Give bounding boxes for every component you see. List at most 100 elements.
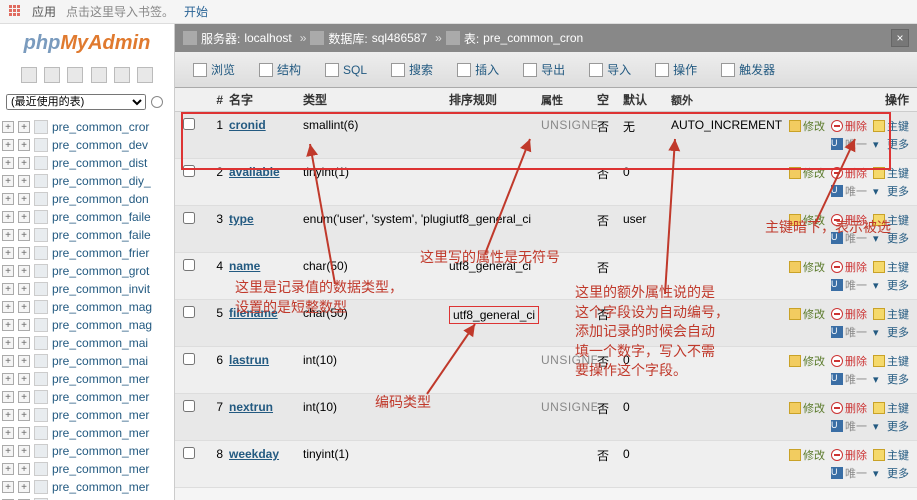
- tree-item[interactable]: ++pre_common_mag: [2, 298, 172, 316]
- column-name-link[interactable]: available: [229, 165, 280, 179]
- tree-item[interactable]: ++pre_common_diy_: [2, 172, 172, 190]
- expand-icon[interactable]: +: [18, 337, 30, 349]
- expand-icon[interactable]: +: [18, 247, 30, 259]
- edit-action[interactable]: 修改: [789, 165, 825, 181]
- tree-item[interactable]: ++pre_common_dev: [2, 136, 172, 154]
- apps-grid-icon[interactable]: [8, 5, 22, 19]
- primary-action[interactable]: 主键: [873, 306, 909, 322]
- edit-action[interactable]: 修改: [789, 259, 825, 275]
- column-name-link[interactable]: lastrun: [229, 353, 269, 367]
- column-name-link[interactable]: nextrun: [229, 400, 273, 414]
- tree-item[interactable]: ++pre_common_mag: [2, 316, 172, 334]
- expand-icon[interactable]: +: [18, 391, 30, 403]
- tab-sql[interactable]: SQL: [315, 57, 377, 83]
- col-extra[interactable]: 额外: [671, 92, 787, 108]
- expand-icon[interactable]: +: [18, 283, 30, 295]
- expand-icon[interactable]: +: [2, 247, 14, 259]
- more-action[interactable]: 更多: [873, 418, 909, 434]
- edit-action[interactable]: 修改: [789, 353, 825, 369]
- unique-action[interactable]: U唯一: [831, 418, 867, 434]
- edit-action[interactable]: 修改: [789, 118, 825, 134]
- tree-item[interactable]: ++pre_common_don: [2, 190, 172, 208]
- unique-action[interactable]: U唯一: [831, 277, 867, 293]
- tree-item[interactable]: ++pre_common_grot: [2, 262, 172, 280]
- primary-action[interactable]: 主键: [873, 353, 909, 369]
- col-null[interactable]: 空: [597, 91, 623, 108]
- expand-icon[interactable]: +: [18, 265, 30, 277]
- expand-icon[interactable]: +: [2, 355, 14, 367]
- edit-action[interactable]: 修改: [789, 447, 825, 463]
- delete-action[interactable]: 删除: [831, 306, 867, 322]
- expand-icon[interactable]: +: [2, 301, 14, 313]
- col-type[interactable]: 类型: [303, 91, 449, 108]
- expand-icon[interactable]: +: [18, 373, 30, 385]
- expand-icon[interactable]: +: [18, 319, 30, 331]
- more-action[interactable]: 更多: [873, 183, 909, 199]
- more-action[interactable]: 更多: [873, 465, 909, 481]
- logo[interactable]: phpMyAdmin: [0, 24, 174, 63]
- bookmark-start[interactable]: 开始: [184, 3, 208, 20]
- edit-action[interactable]: 修改: [789, 400, 825, 416]
- row-checkbox[interactable]: [183, 447, 195, 459]
- more-action[interactable]: 更多: [873, 371, 909, 387]
- expand-icon[interactable]: +: [2, 373, 14, 385]
- expand-icon[interactable]: +: [18, 157, 30, 169]
- expand-icon[interactable]: +: [18, 463, 30, 475]
- tree-item[interactable]: ++pre_common_dist: [2, 154, 172, 172]
- col-collation[interactable]: 排序规则: [449, 91, 541, 108]
- row-checkbox[interactable]: [183, 118, 195, 130]
- expand-icon[interactable]: +: [18, 139, 30, 151]
- more-action[interactable]: 更多: [873, 136, 909, 152]
- expand-icon[interactable]: +: [18, 121, 30, 133]
- delete-action[interactable]: 删除: [831, 400, 867, 416]
- primary-action[interactable]: 主键: [873, 447, 909, 463]
- unique-action[interactable]: U唯一: [831, 136, 867, 152]
- recent-reload-icon[interactable]: [151, 96, 163, 108]
- tree-item[interactable]: ++pre_common_mer: [2, 424, 172, 442]
- reload-icon[interactable]: [137, 67, 153, 83]
- expand-icon[interactable]: +: [2, 193, 14, 205]
- recent-select[interactable]: (最近使用的表): [6, 94, 146, 110]
- column-name-link[interactable]: weekday: [229, 447, 279, 461]
- primary-action[interactable]: 主键: [873, 259, 909, 275]
- expand-icon[interactable]: +: [2, 427, 14, 439]
- tree-item[interactable]: ++pre_common_invit: [2, 280, 172, 298]
- expand-icon[interactable]: +: [2, 445, 14, 457]
- row-checkbox[interactable]: [183, 259, 195, 271]
- sql-icon[interactable]: [67, 67, 83, 83]
- col-name[interactable]: 名字: [229, 91, 303, 108]
- expand-icon[interactable]: +: [18, 409, 30, 421]
- expand-icon[interactable]: +: [2, 409, 14, 421]
- expand-icon[interactable]: +: [18, 211, 30, 223]
- unique-action[interactable]: U唯一: [831, 183, 867, 199]
- col-index[interactable]: #: [207, 93, 229, 107]
- tab-structure[interactable]: 结构: [249, 57, 311, 83]
- delete-action[interactable]: 删除: [831, 212, 867, 228]
- unique-action[interactable]: U唯一: [831, 324, 867, 340]
- table-link[interactable]: pre_common_cron: [483, 31, 583, 45]
- col-default[interactable]: 默认: [623, 91, 671, 108]
- column-name-link[interactable]: type: [229, 212, 254, 226]
- delete-action[interactable]: 删除: [831, 447, 867, 463]
- tab-search[interactable]: 搜索: [381, 57, 443, 83]
- docs-icon[interactable]: [91, 67, 107, 83]
- tree-item[interactable]: ++pre_common_mai: [2, 352, 172, 370]
- expand-icon[interactable]: +: [2, 121, 14, 133]
- expand-icon[interactable]: +: [18, 229, 30, 241]
- tree-item[interactable]: ++pre_common_faile: [2, 208, 172, 226]
- delete-action[interactable]: 删除: [831, 165, 867, 181]
- delete-action[interactable]: 删除: [831, 118, 867, 134]
- column-name-link[interactable]: cronid: [229, 118, 266, 132]
- delete-action[interactable]: 删除: [831, 259, 867, 275]
- home-icon[interactable]: [21, 67, 37, 83]
- server-link[interactable]: localhost: [244, 31, 291, 45]
- expand-icon[interactable]: +: [18, 481, 30, 493]
- tab-operations[interactable]: 操作: [645, 57, 707, 83]
- expand-icon[interactable]: +: [2, 337, 14, 349]
- more-action[interactable]: 更多: [873, 230, 909, 246]
- edit-action[interactable]: 修改: [789, 306, 825, 322]
- expand-icon[interactable]: +: [2, 481, 14, 493]
- tree-item[interactable]: ++pre_common_faile: [2, 226, 172, 244]
- expand-icon[interactable]: +: [2, 391, 14, 403]
- tree-item[interactable]: ++pre_common_mer: [2, 370, 172, 388]
